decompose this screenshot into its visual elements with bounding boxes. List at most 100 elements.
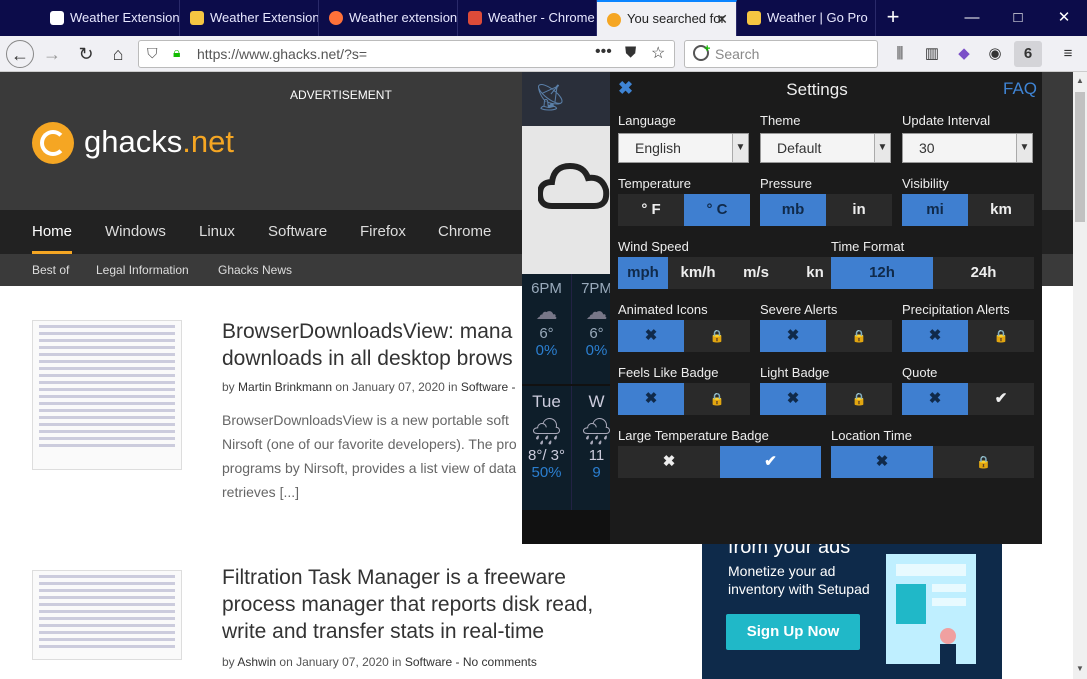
library-icon[interactable]: ⫼ xyxy=(890,44,910,64)
quote-off-x-icon[interactable]: ✖ xyxy=(902,383,968,415)
setupad-advertisement[interactable]: from your ads Monetize your ad inventory… xyxy=(702,542,1002,679)
time-24h-option[interactable]: 24h xyxy=(933,257,1034,289)
language-select[interactable]: English ▼ xyxy=(618,133,749,163)
light-badge-lock-icon[interactable]: 🔒 xyxy=(826,383,892,415)
nav-windows[interactable]: Windows xyxy=(105,210,166,254)
excerpt-line[interactable]: retrieves [...] xyxy=(222,480,522,504)
ad-illustration-icon xyxy=(886,554,976,670)
animated-icons-lock-icon[interactable]: 🔒 xyxy=(684,320,750,352)
tab-label: Weather extension xyxy=(349,10,458,25)
extension-cube-icon[interactable]: ◆ xyxy=(954,44,974,64)
lock-icon[interactable]: 🔒︎ xyxy=(173,44,180,61)
bookmark-star-icon[interactable]: ☆ xyxy=(651,43,665,63)
address-bar[interactable]: ⛉ 🔒︎ https://www.ghacks.net/?s= ••• ⛊ ☆ xyxy=(138,40,675,68)
minimize-button[interactable]: — xyxy=(949,0,995,36)
close-window-button[interactable]: ✕ xyxy=(1041,0,1087,36)
nav-home[interactable]: Home xyxy=(32,210,73,254)
nav-firefox[interactable]: Firefox xyxy=(360,210,406,254)
pocket-icon[interactable]: ⛊ xyxy=(625,44,636,61)
temperature-c-option[interactable]: ° C xyxy=(684,194,750,226)
new-tab-button[interactable]: + xyxy=(878,0,908,36)
site-logo[interactable]: ghacks.net xyxy=(84,124,234,160)
url-text[interactable]: https://www.ghacks.net/?s= xyxy=(197,41,367,67)
nav-chrome[interactable]: Chrome xyxy=(438,210,491,254)
visibility-mi-option[interactable]: mi xyxy=(902,194,968,226)
tab-weather-extension-3[interactable]: Weather extension xyxy=(319,0,458,36)
light-badge-off-x-icon[interactable]: ✖ xyxy=(760,383,826,415)
feels-like-lock-icon[interactable]: 🔒 xyxy=(684,383,750,415)
sidebar-icon[interactable]: ▥ xyxy=(922,44,942,64)
article-title[interactable]: Filtration Task Manager is a freeware pr… xyxy=(222,564,722,645)
subnav-legal-information[interactable]: Legal Information xyxy=(96,254,189,286)
nav-linux[interactable]: Linux xyxy=(199,210,235,254)
tab-weather-extension-1[interactable]: Weather Extension xyxy=(40,0,180,36)
wind-mph-option[interactable]: mph xyxy=(618,257,668,289)
tab-you-searched-for[interactable]: You searched for ✕ xyxy=(597,0,737,36)
article-category[interactable]: Software - xyxy=(461,380,516,394)
temperature-f-option[interactable]: ° F xyxy=(618,194,684,226)
language-label: Language xyxy=(618,113,676,128)
wind-ms-option[interactable]: m/s xyxy=(728,257,784,289)
location-time-lock-icon[interactable]: 🔒 xyxy=(933,446,1034,478)
faq-link[interactable]: FAQ xyxy=(1003,79,1037,99)
menu-icon[interactable]: ≡ xyxy=(1058,44,1078,64)
tab-weather-go-pro[interactable]: Weather | Go Pro xyxy=(737,0,876,36)
large-temp-on-check-icon[interactable]: ✔ xyxy=(720,446,821,478)
close-tab-icon[interactable]: ✕ xyxy=(716,2,728,36)
subnav-best-of[interactable]: Best of xyxy=(32,254,69,286)
hour-temperature: 6° xyxy=(589,325,604,342)
nav-software[interactable]: Software xyxy=(268,210,327,254)
ghacks-logo-icon[interactable] xyxy=(32,122,74,164)
page-actions-icon[interactable]: ••• xyxy=(595,43,612,61)
precipitation-alerts-lock-icon[interactable]: 🔒 xyxy=(968,320,1034,352)
satellite-dish-icon[interactable]: 📡︎ xyxy=(534,82,567,113)
forward-button[interactable]: → xyxy=(38,40,66,68)
article-category[interactable]: Software - xyxy=(405,655,460,669)
tab-weather-chrome[interactable]: Weather - Chrome xyxy=(458,0,597,36)
search-input[interactable]: + Search xyxy=(684,40,878,68)
precipitation-alerts-off-x-icon[interactable]: ✖ xyxy=(902,320,968,352)
article-thumbnail[interactable] xyxy=(32,320,182,470)
chrome-store-favicon-icon xyxy=(468,11,482,25)
account-icon[interactable]: ◉ xyxy=(985,44,1005,64)
settings-panel: ✖ Settings FAQ Language English ▼ Theme D… xyxy=(610,72,1042,544)
sign-up-button[interactable]: Sign Up Now xyxy=(726,614,860,650)
cloud-icon: ☁ xyxy=(585,299,608,324)
quote-on-check-icon[interactable]: ✔ xyxy=(968,383,1034,415)
large-temperature-badge-label: Large Temperature Badge xyxy=(618,428,769,443)
theme-value: Default xyxy=(777,140,822,156)
light-badge-label: Light Badge xyxy=(760,365,830,380)
animated-icons-off-x-icon[interactable]: ✖ xyxy=(618,320,684,352)
update-interval-select[interactable]: 30 ▼ xyxy=(902,133,1033,163)
reload-button[interactable]: ↻ xyxy=(72,40,100,68)
article-comments-link[interactable]: No comments xyxy=(463,655,537,669)
scroll-down-icon[interactable]: ▼ xyxy=(1076,664,1084,673)
theme-select[interactable]: Default ▼ xyxy=(760,133,891,163)
wind-kmh-option[interactable]: km/h xyxy=(668,257,728,289)
visibility-km-option[interactable]: km xyxy=(968,194,1034,226)
pressure-mb-option[interactable]: mb xyxy=(760,194,826,226)
scroll-up-icon[interactable]: ▲ xyxy=(1076,76,1084,85)
maximize-button[interactable]: □ xyxy=(995,0,1041,36)
severe-alerts-lock-icon[interactable]: 🔒 xyxy=(826,320,892,352)
shield-icon[interactable]: ⛉ xyxy=(147,45,158,62)
weather-extension-badge-button[interactable]: 6 xyxy=(1014,41,1042,67)
home-button[interactable]: ⌂ xyxy=(104,40,132,68)
hourly-forecast-item: 6PM ☁ 6° 0% xyxy=(522,274,572,384)
logo-prefix: ghacks xyxy=(84,124,183,159)
article-author[interactable]: Martin Brinkmann xyxy=(238,380,332,394)
scrollbar-thumb[interactable] xyxy=(1075,92,1085,222)
pressure-in-option[interactable]: in xyxy=(826,194,892,226)
large-temp-off-x-icon[interactable]: ✖ xyxy=(618,446,720,478)
subnav-ghacks-news[interactable]: Ghacks News xyxy=(218,254,292,286)
time-12h-option[interactable]: 12h xyxy=(831,257,933,289)
back-button[interactable]: ← xyxy=(6,40,34,68)
feels-like-off-x-icon[interactable]: ✖ xyxy=(618,383,684,415)
page-scrollbar[interactable]: ▲ ▼ xyxy=(1073,72,1087,679)
article-thumbnail[interactable] xyxy=(32,570,182,660)
article-author[interactable]: Ashwin xyxy=(237,655,276,669)
precipitation-alerts-label: Precipitation Alerts xyxy=(902,302,1010,317)
tab-weather-extension-2[interactable]: Weather Extension xyxy=(180,0,319,36)
location-time-off-x-icon[interactable]: ✖ xyxy=(831,446,933,478)
severe-alerts-off-x-icon[interactable]: ✖ xyxy=(760,320,826,352)
